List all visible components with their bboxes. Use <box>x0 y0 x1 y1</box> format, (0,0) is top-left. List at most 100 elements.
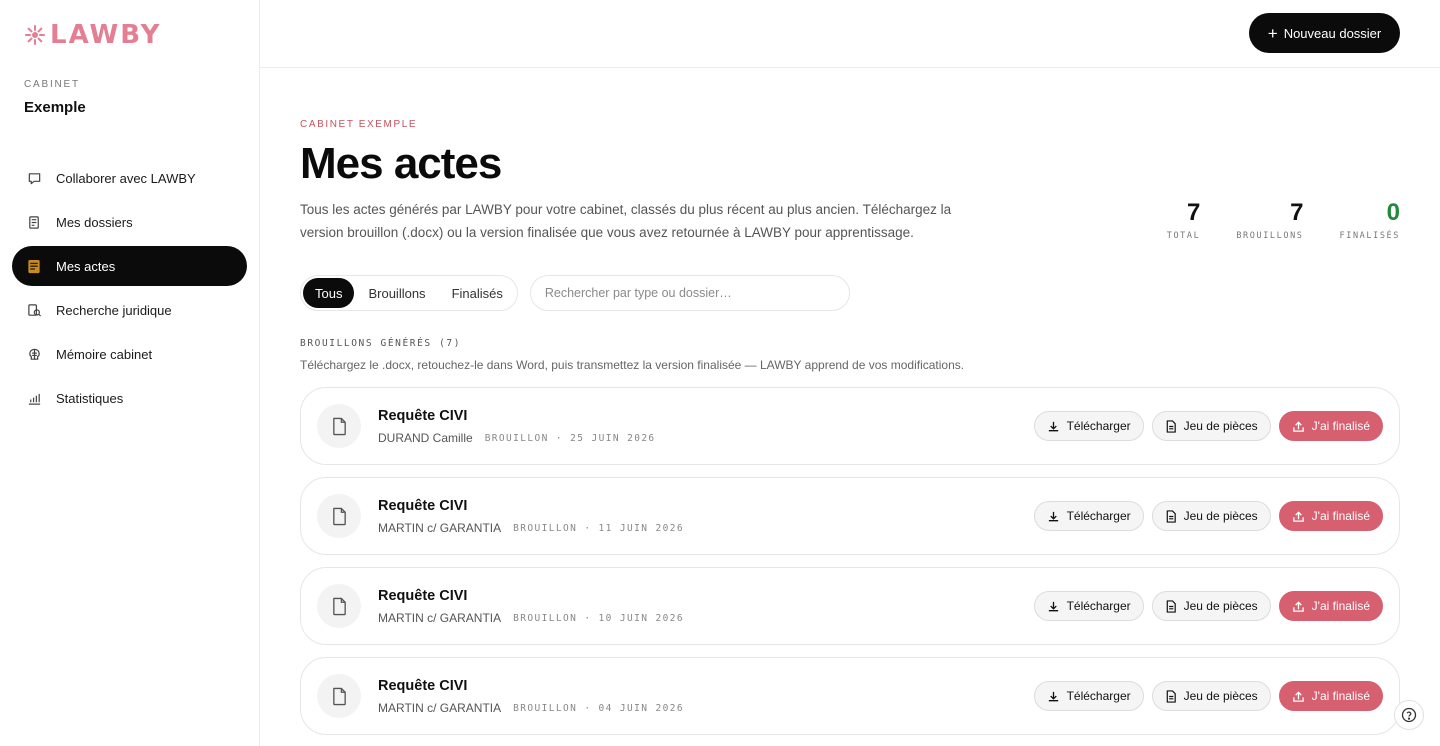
top-bar: + Nouveau dossier <box>260 0 1440 68</box>
folder-icon <box>26 214 42 230</box>
download-button[interactable]: Télécharger <box>1033 411 1144 441</box>
document-client: MARTIN c/ GARANTIA <box>378 611 502 625</box>
download-label: Télécharger <box>1066 689 1131 703</box>
logo-text: LAWBY <box>50 20 162 50</box>
file-icon <box>317 584 361 628</box>
search-law-icon <box>26 302 42 318</box>
sidebar-item-label: Collaborer avec LAWBY <box>56 170 196 186</box>
chart-icon <box>26 390 42 406</box>
logo[interactable]: LAWBY <box>24 22 161 48</box>
sidebar-item-label: Mes actes <box>56 258 116 274</box>
page-eyebrow: CABINET EXEMPLE <box>300 119 418 130</box>
sidebar-item-label: Recherche juridique <box>56 302 172 318</box>
document-client: MARTIN c/ GARANTIA <box>378 701 502 715</box>
file-text-icon <box>1166 599 1176 613</box>
lawby-logo-icon <box>25 25 45 45</box>
file-text-icon <box>1166 419 1176 433</box>
filters-bar: Tous Brouillons Finalisés <box>300 275 850 311</box>
stat-label: BROUILLONS <box>1236 231 1304 241</box>
pieces-button[interactable]: Jeu de pièces <box>1151 411 1271 441</box>
document-status: BROUILLON · 10 JUIN 2026 <box>513 612 684 624</box>
download-icon <box>1048 421 1058 431</box>
document-card: Requête CIVI MARTIN c/ GARANTIA BROUILLO… <box>300 567 1400 645</box>
document-title[interactable]: Requête CIVI <box>378 588 467 604</box>
sidebar-nav: Collaborer avec LAWBY Mes dossiers Mes a… <box>12 158 247 422</box>
upload-icon <box>1292 600 1304 612</box>
finalize-button[interactable]: J'ai finalisé <box>1278 501 1383 531</box>
document-title[interactable]: Requête CIVI <box>378 678 467 694</box>
page-title: Mes actes <box>300 139 502 188</box>
document-title[interactable]: Requête CIVI <box>378 498 467 514</box>
cabinet-name: Exemple <box>24 99 86 116</box>
document-title[interactable]: Requête CIVI <box>378 408 467 424</box>
tab-finalises[interactable]: Finalisés <box>440 278 515 308</box>
stats-summary: 7 TOTAL 7 BROUILLONS 0 FINALISÉS <box>1167 199 1400 242</box>
stat-brouillons: 7 BROUILLONS <box>1236 199 1304 242</box>
document-card: Requête CIVI MARTIN c/ GARANTIA BROUILLO… <box>300 477 1400 555</box>
stat-label: FINALISÉS <box>1339 231 1400 241</box>
pieces-button[interactable]: Jeu de pièces <box>1151 501 1271 531</box>
sidebar-item-label: Mémoire cabinet <box>56 346 153 362</box>
download-label: Télécharger <box>1066 509 1131 523</box>
upload-icon <box>1292 510 1304 522</box>
pieces-label: Jeu de pièces <box>1183 689 1258 703</box>
finalize-button[interactable]: J'ai finalisé <box>1278 681 1383 711</box>
finalize-button[interactable]: J'ai finalisé <box>1278 411 1383 441</box>
document-card: Requête CIVI MARTIN c/ GARANTIA BROUILLO… <box>300 657 1400 735</box>
document-meta: MARTIN c/ GARANTIA BROUILLON · 10 JUIN 2… <box>378 611 684 625</box>
stat-value: 7 <box>1290 199 1304 226</box>
chat-icon <box>26 170 42 186</box>
search-input[interactable] <box>529 275 850 311</box>
tab-brouillons[interactable]: Brouillons <box>356 278 437 308</box>
document-actions: Télécharger Jeu de pièces J'ai finalisé <box>1033 681 1383 711</box>
file-text-icon <box>1166 689 1176 703</box>
sidebar-item-label: Mes dossiers <box>56 214 133 230</box>
document-actions: Télécharger Jeu de pièces J'ai finalisé <box>1033 501 1383 531</box>
download-button[interactable]: Télécharger <box>1033 501 1144 531</box>
document-card: Requête CIVI DURAND Camille BROUILLON · … <box>300 387 1400 465</box>
document-meta: MARTIN c/ GARANTIA BROUILLON · 11 JUIN 2… <box>378 521 684 535</box>
sidebar: LAWBY CABINET Exemple Collaborer avec LA… <box>0 0 260 746</box>
sidebar-item-actes[interactable]: Mes actes <box>12 246 247 286</box>
upload-icon <box>1292 420 1304 432</box>
file-icon <box>317 494 361 538</box>
finalize-label: J'ai finalisé <box>1311 689 1370 703</box>
new-dossier-button[interactable]: + Nouveau dossier <box>1249 13 1400 53</box>
document-actions: Télécharger Jeu de pièces J'ai finalisé <box>1033 591 1383 621</box>
pieces-button[interactable]: Jeu de pièces <box>1151 591 1271 621</box>
file-icon <box>317 404 361 448</box>
cabinet-label: CABINET <box>24 79 80 90</box>
upload-icon <box>1292 690 1304 702</box>
pieces-button[interactable]: Jeu de pièces <box>1151 681 1271 711</box>
finalize-button[interactable]: J'ai finalisé <box>1278 591 1383 621</box>
sidebar-item-collaborer[interactable]: Collaborer avec LAWBY <box>12 158 247 198</box>
download-icon <box>1048 511 1058 521</box>
download-button[interactable]: Télécharger <box>1033 591 1144 621</box>
document-client: MARTIN c/ GARANTIA <box>378 521 502 535</box>
pieces-label: Jeu de pièces <box>1183 599 1258 613</box>
document-meta: DURAND Camille BROUILLON · 25 JUIN 2026 <box>378 431 656 445</box>
download-icon <box>1048 601 1058 611</box>
document-icon <box>26 258 42 274</box>
pieces-label: Jeu de pièces <box>1183 419 1258 433</box>
file-text-icon <box>1166 509 1176 523</box>
sidebar-item-statistiques[interactable]: Statistiques <box>12 378 247 418</box>
page-description: Tous les actes générés par LAWBY pour vo… <box>300 202 952 240</box>
document-status: BROUILLON · 04 JUIN 2026 <box>513 702 684 714</box>
document-status: BROUILLON · 25 JUIN 2026 <box>484 432 656 444</box>
section-hint: Téléchargez le .docx, retouchez-le dans … <box>300 358 965 372</box>
filter-tabs: Tous Brouillons Finalisés <box>300 275 518 311</box>
document-client: DURAND Camille <box>378 431 473 445</box>
download-button[interactable]: Télécharger <box>1033 681 1144 711</box>
finalize-label: J'ai finalisé <box>1311 599 1370 613</box>
tab-tous[interactable]: Tous <box>303 278 355 308</box>
document-meta: MARTIN c/ GARANTIA BROUILLON · 04 JUIN 2… <box>378 701 684 715</box>
section-title: BROUILLONS GÉNÉRÉS (7) <box>300 338 462 349</box>
stat-value: 0 <box>1386 199 1400 226</box>
sidebar-item-memoire[interactable]: Mémoire cabinet <box>12 334 247 374</box>
document-actions: Télécharger Jeu de pièces J'ai finalisé <box>1033 411 1383 441</box>
sidebar-item-recherche[interactable]: Recherche juridique <box>12 290 247 330</box>
help-button[interactable] <box>1394 700 1424 730</box>
sidebar-item-dossiers[interactable]: Mes dossiers <box>12 202 247 242</box>
stat-total: 7 TOTAL <box>1167 200 1201 242</box>
